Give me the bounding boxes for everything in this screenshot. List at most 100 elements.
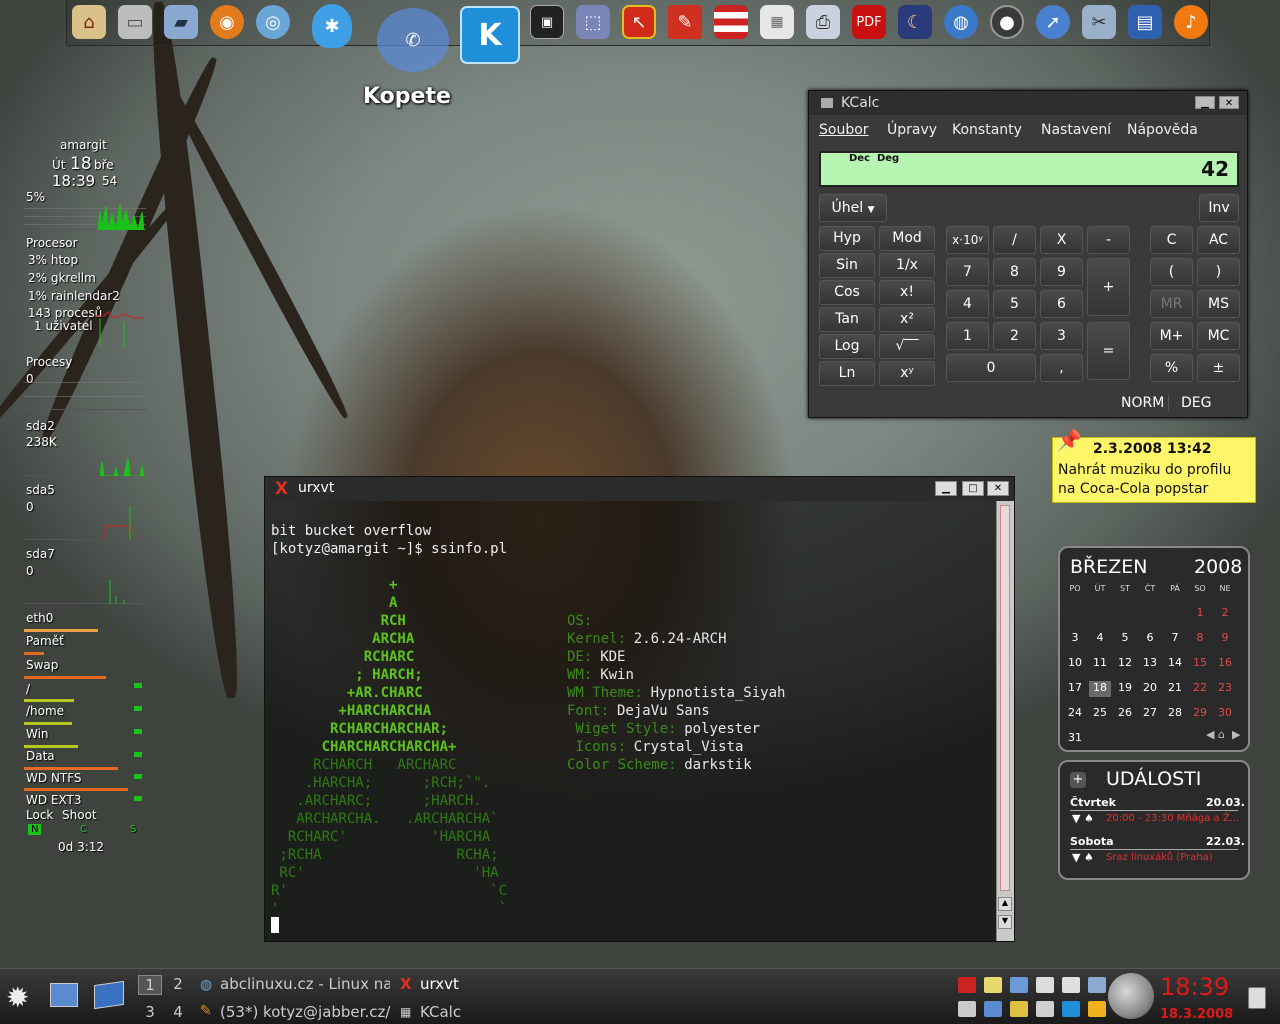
printer-icon[interactable]: ⎙ [806,5,840,39]
calendar-day[interactable]: 3 [1064,631,1086,647]
removable-drive-icon[interactable]: ▰ [164,5,198,39]
network-status-icon[interactable] [984,1001,1002,1017]
tips-icon[interactable]: ✱ [312,4,352,48]
menu-edit[interactable]: Úpravy [887,122,937,138]
calendar-day[interactable]: 22 [1189,681,1211,697]
calc-btn-op-9[interactable]: 5 [993,290,1036,318]
home-icon[interactable]: ⌂ [1218,728,1225,741]
calc-btn-op-12[interactable]: 2 [993,322,1036,350]
calendar-day[interactable]: 28 [1164,706,1186,722]
world-icon[interactable]: ◎ [256,5,290,39]
pdf-icon[interactable]: PDF [852,5,886,39]
prev-month-icon[interactable]: ◀ [1206,728,1214,741]
network-icon[interactable] [1010,977,1028,993]
calc-btn-op-10[interactable]: 6 [1040,290,1083,318]
next-month-icon[interactable]: ▶ [1232,728,1240,741]
calc-btn-op-16[interactable]: , [1040,354,1083,382]
clapboard-icon[interactable]: ▤ [1128,5,1162,39]
calc-btn-sin[interactable]: Sin [819,253,875,278]
calc-btn-op-4[interactable]: 7 [946,258,989,286]
notes-icon[interactable] [984,977,1002,993]
add-event-icon[interactable]: + [1070,772,1086,788]
calendar-day[interactable]: 5 [1114,631,1136,647]
trash-icon[interactable] [1248,987,1266,1009]
film-icon[interactable]: ✂ [1082,5,1116,39]
inv-button[interactable]: Inv [1199,194,1239,222]
calc-btn-xxx[interactable]: √‾‾ [879,334,935,359]
calendar-day[interactable]: 11 [1089,656,1111,672]
calc-btn-mem-0[interactable]: C [1150,226,1193,254]
calendar-day[interactable]: 14 [1164,656,1186,672]
desktop-1[interactable]: 1 [138,975,162,995]
selection-icon[interactable]: ⬚ [576,5,610,39]
calc-btn-op-7[interactable]: + [1087,258,1130,316]
calc-btn-mem-5[interactable]: MS [1197,290,1240,318]
globe-icon[interactable]: ◍ [944,5,978,39]
calc-btn-1xx[interactable]: 1/x [879,253,935,278]
task-urxvt[interactable]: urxvt [420,975,459,993]
calc-btn-tan[interactable]: Tan [819,307,875,332]
calc-btn-cos[interactable]: Cos [819,280,875,305]
pen-icon[interactable]: ✎ [668,5,702,39]
desktop-preview-icon[interactable] [94,980,124,1010]
scroll-down-button[interactable]: ▼ [998,915,1012,929]
calc-btn-op-13[interactable]: 3 [1040,322,1083,350]
calendar-day[interactable]: 13 [1139,656,1161,672]
calendar-day[interactable]: 12 [1114,656,1136,672]
calendar-day[interactable]: 6 [1139,631,1161,647]
calc-btn-log[interactable]: Log [819,334,875,359]
calendar-day[interactable]: 25 [1089,706,1111,722]
kcalc-titlebar[interactable]: KCalc ▁ ✕ [809,91,1247,115]
czech-flag-icon[interactable] [958,977,976,993]
calc-btn-mem-2[interactable]: ( [1150,258,1193,286]
calc-btn-hyp[interactable]: Hyp [819,226,875,251]
calc-btn-op-3[interactable]: - [1087,226,1130,254]
menu-file[interactable]: Soubor [819,122,869,138]
desktop-2[interactable]: 2 [166,975,190,993]
calc-btn-op-14[interactable]: = [1087,322,1130,380]
usa-flag-icon[interactable] [714,5,748,39]
calc-btn-op-5[interactable]: 8 [993,258,1036,286]
home-icon[interactable]: ⌂ [72,5,106,39]
keyboard-icon[interactable]: ▦ [760,5,794,39]
calc-btn-op-15[interactable]: 0 [946,354,1036,382]
minimize-button[interactable]: ▁ [935,481,957,496]
calc-btn-mem-8[interactable]: % [1150,354,1193,382]
desktop-3[interactable]: 3 [138,1003,162,1021]
menu-constants[interactable]: Konstanty [952,122,1022,138]
calc-btn-op-11[interactable]: 1 [946,322,989,350]
calendar-day[interactable]: 31 [1064,731,1086,747]
calendar-day[interactable]: 20 [1139,681,1161,697]
calc-btn-xx[interactable]: x! [879,280,935,305]
calc-btn-op-2[interactable]: X [1040,226,1083,254]
calendar-day[interactable]: 23 [1214,681,1236,697]
calc-btn-mem-9[interactable]: ± [1197,354,1240,382]
calc-btn-xx[interactable]: x² [879,307,935,332]
kopete-icon[interactable] [1062,1001,1080,1017]
calendar-day[interactable]: 19 [1114,681,1136,697]
calc-btn-mem-6[interactable]: M+ [1150,322,1193,350]
star-icon[interactable] [1088,1001,1106,1017]
angle-dropdown[interactable]: Úhel ▼ [819,194,887,222]
show-desktop-icon[interactable] [50,983,78,1007]
event-2-text[interactable]: Sraz linuxáků (Praha) [1106,852,1213,863]
menu-settings[interactable]: Nastavení [1041,122,1111,138]
calendar-day[interactable]: 17 [1064,681,1086,697]
lock-button[interactable]: Lock [26,808,53,822]
screenshot-icon[interactable]: ↖ [622,5,656,39]
calc-btn-op-8[interactable]: 4 [946,290,989,318]
calendar-day[interactable]: 26 [1114,706,1136,722]
calendar-day[interactable]: 18 [1089,681,1111,697]
drive-icon[interactable]: ▭ [118,5,152,39]
calendar-day[interactable]: 10 [1064,656,1086,672]
minimize-button[interactable]: ▁ [1195,96,1215,109]
gmail-icon[interactable] [1062,977,1080,993]
terminal-scrollbar[interactable]: ▲ ▼ [996,501,1014,941]
kopete-icon[interactable]: ✆ [377,8,449,72]
calc-btn-op-1[interactable]: / [993,226,1036,254]
calendar-day[interactable]: 21 [1164,681,1186,697]
calendar-day[interactable]: 8 [1189,631,1211,647]
browser-icon[interactable]: ➚ [1036,5,1070,39]
kopete-k-icon[interactable]: K [460,6,520,64]
terminal-body[interactable]: bit bucket overflow [kotyz@amargit ~]$ s… [265,501,996,941]
